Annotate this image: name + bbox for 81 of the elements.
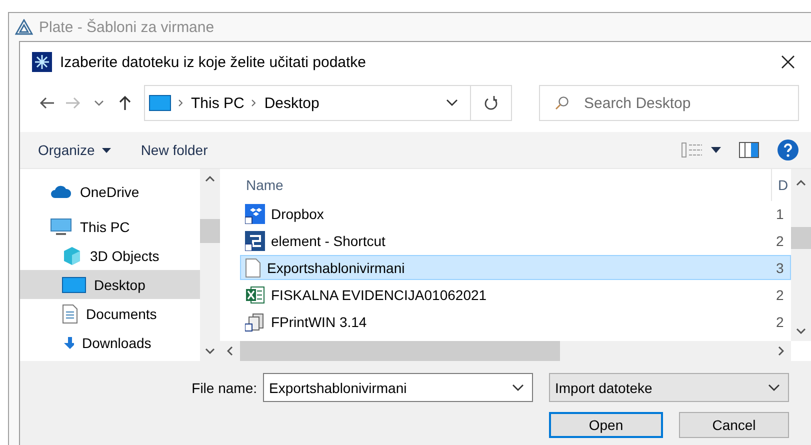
nav-item[interactable]: Desktop xyxy=(20,270,200,299)
file-row[interactable]: FPrintWIN 3.14 2 xyxy=(240,309,791,334)
nav-item[interactable]: Downloads xyxy=(20,328,200,357)
preview-pane-button[interactable] xyxy=(739,142,759,158)
help-button[interactable] xyxy=(777,139,799,161)
document-icon xyxy=(62,304,78,324)
chevron-down-icon xyxy=(796,328,806,334)
column-header[interactable]: Name xyxy=(240,177,771,193)
close-icon xyxy=(780,54,796,70)
chevron-right-icon xyxy=(251,99,258,107)
file-row[interactable]: Dropbox 1 xyxy=(240,201,791,226)
nav-scrollbar[interactable] xyxy=(200,169,220,361)
file-name-field[interactable]: Exportshablonivirmani xyxy=(263,373,533,402)
file-row[interactable]: element - Shortcut 2 xyxy=(240,228,791,253)
list-view-icon xyxy=(681,142,703,158)
star-burst-icon xyxy=(32,52,52,72)
shortcut-app-icon xyxy=(245,312,265,332)
address-bar[interactable]: This PC Desktop xyxy=(144,85,512,121)
caret-icon xyxy=(711,147,721,153)
computer-icon xyxy=(50,218,72,236)
file-name-label: File name: xyxy=(192,380,257,396)
arrow-up-icon xyxy=(118,95,132,111)
nav-item[interactable]: OneDrive xyxy=(20,177,200,206)
toolbar-button[interactable]: New folder xyxy=(136,142,212,158)
table-cell-text: 2 xyxy=(775,232,785,248)
file-row[interactable]: FISKALNA EVIDENCIJA01062021 2 xyxy=(240,282,791,307)
search-field[interactable]: Search Desktop xyxy=(539,85,799,121)
toolbar-button[interactable]: Organize xyxy=(34,142,115,158)
parent-window-title: Plate - Šabloni za virmane xyxy=(39,18,214,36)
dialog-button[interactable]: Open xyxy=(549,412,663,438)
refresh-icon xyxy=(484,95,498,111)
chevron-left-icon xyxy=(227,346,233,356)
file-name: FISKALNA EVIDENCIJA01062021 xyxy=(271,286,487,302)
monitor-icon xyxy=(149,95,171,111)
caret-icon xyxy=(102,148,111,152)
shortcut-app-icon xyxy=(245,204,265,224)
monitor-icon xyxy=(62,276,86,292)
chevron-down-icon xyxy=(512,384,524,392)
chevron-down-icon xyxy=(205,348,215,354)
table-cell-text: 3 xyxy=(775,260,785,276)
chevron-up-icon xyxy=(796,180,806,186)
scrollbar-thumb[interactable] xyxy=(791,227,811,249)
chevron-right-icon xyxy=(778,346,784,356)
cube-icon xyxy=(62,246,82,266)
help-icon xyxy=(777,139,799,161)
chevron-down-icon xyxy=(94,100,104,106)
file-type-dropdown[interactable]: Import datoteke xyxy=(549,373,789,402)
file-row[interactable]: Exportshablonivirmani 3 xyxy=(240,255,791,280)
dialog-button[interactable]: Cancel xyxy=(679,412,789,438)
file-name: Dropbox xyxy=(271,206,324,222)
cloud-icon xyxy=(50,184,72,198)
file-name: element - Shortcut xyxy=(271,232,386,248)
list-scrollbar[interactable] xyxy=(791,169,811,341)
table-cell-text: 2 xyxy=(775,286,785,302)
scrollbar-thumb[interactable] xyxy=(200,219,220,243)
pane-icon xyxy=(739,142,759,158)
chevron-down-icon xyxy=(768,384,780,392)
nav-item[interactable]: Documents xyxy=(20,299,200,328)
arrow-left-icon xyxy=(39,96,55,110)
file-name: FPrintWIN 3.14 xyxy=(271,314,367,330)
table-cell-text: 1 xyxy=(775,206,785,222)
download-arrow-icon xyxy=(62,336,74,348)
nav-item[interactable]: 3D Objects xyxy=(20,241,200,270)
horizontal-scrollbar[interactable] xyxy=(220,341,811,361)
file-name: Exportshablonivirmani xyxy=(267,260,405,276)
shortcut-app-icon xyxy=(245,230,265,250)
arrow-right-icon xyxy=(65,96,81,110)
triangle-logo-icon xyxy=(15,19,33,35)
chevron-down-icon xyxy=(446,99,458,107)
breadcrumb[interactable]: Desktop xyxy=(264,94,320,112)
chevron-up-icon xyxy=(205,176,215,182)
chevron-right-icon xyxy=(178,99,184,107)
blank-file-icon xyxy=(245,258,261,278)
spreadsheet-icon xyxy=(245,284,265,304)
breadcrumb[interactable]: This PC xyxy=(191,94,244,112)
scrollbar-thumb[interactable] xyxy=(240,341,560,361)
search-icon xyxy=(555,96,569,110)
view-options-button[interactable] xyxy=(681,142,721,158)
dialog-title: Izaberite datoteku iz koje želite učitati podatke xyxy=(60,54,368,70)
table-cell-text: 2 xyxy=(775,314,785,330)
nav-item[interactable]: This PC xyxy=(20,212,200,241)
